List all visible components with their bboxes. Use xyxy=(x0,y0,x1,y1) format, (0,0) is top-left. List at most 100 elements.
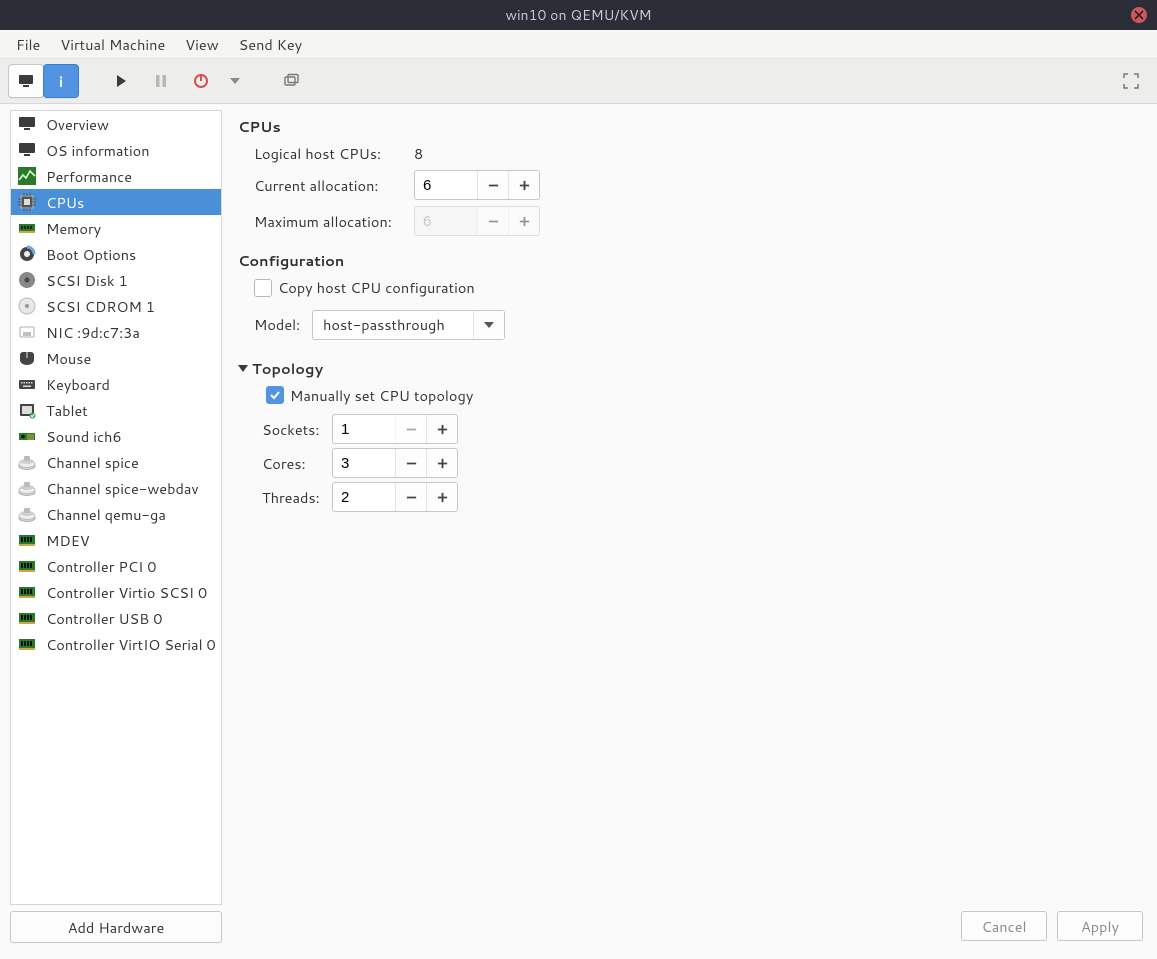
model-combo[interactable]: host-passthrough xyxy=(312,310,505,340)
threads-input[interactable] xyxy=(333,483,395,511)
current-alloc-incr[interactable] xyxy=(508,171,539,199)
menu-file[interactable]: File xyxy=(6,30,50,59)
sockets-incr[interactable] xyxy=(426,415,457,443)
max-alloc-decr xyxy=(477,207,508,235)
sockets-spin[interactable] xyxy=(332,414,458,444)
logical-host-value: 8 xyxy=(414,143,1139,164)
mouse-icon xyxy=(17,349,37,367)
shutdown-button[interactable] xyxy=(183,64,219,98)
menu-view[interactable]: View xyxy=(175,30,228,59)
cores-incr[interactable] xyxy=(426,449,457,477)
run-button[interactable] xyxy=(103,64,139,98)
sidebar-item-label: Performance xyxy=(46,166,132,187)
checkbox-box xyxy=(266,386,284,404)
cores-decr[interactable] xyxy=(395,449,426,477)
sidebar-item-label: Sound ich6 xyxy=(46,426,122,447)
sidebar-item-sound[interactable]: Sound ich6 xyxy=(11,423,221,449)
sidebar-item-boot[interactable]: Boot Options xyxy=(11,241,221,267)
sidebar-item-scsi-disk-1[interactable]: SCSI Disk 1 xyxy=(11,267,221,293)
manual-topology-checkbox[interactable]: Manually set CPU topology xyxy=(266,385,473,406)
sidebar-item-label: NIC :9d:c7:3a xyxy=(46,322,140,343)
sockets-decr[interactable] xyxy=(395,415,426,443)
performance-icon xyxy=(17,167,37,185)
window-title: win10 on QEMU/KVM xyxy=(505,5,651,25)
info-icon: i xyxy=(59,71,63,92)
sidebar-item-ch-webdav[interactable]: Channel spice-webdav xyxy=(11,475,221,501)
sidebar-item-ctrl-vserial[interactable]: Controller VirtIO Serial 0 xyxy=(11,631,221,657)
plus-icon xyxy=(436,457,449,470)
sidebar-item-osinfo[interactable]: OS information xyxy=(11,137,221,163)
sidebar-item-mdev[interactable]: MDEV xyxy=(11,527,221,553)
details-view-button[interactable]: i xyxy=(43,64,79,98)
copy-host-checkbox[interactable]: Copy host CPU configuration xyxy=(254,277,475,298)
sidebar-item-ch-spice[interactable]: Channel spice xyxy=(11,449,221,475)
fullscreen-button[interactable] xyxy=(1113,64,1149,98)
topology-expander[interactable]: Topology xyxy=(238,358,1139,379)
titlebar: win10 on QEMU/KVM xyxy=(0,0,1157,30)
max-alloc-input xyxy=(415,207,477,235)
sidebar-item-mouse[interactable]: Mouse xyxy=(11,345,221,371)
keyboard-icon xyxy=(17,375,37,393)
minus-icon xyxy=(405,457,418,470)
current-alloc-input[interactable] xyxy=(415,171,477,199)
model-row: Model: host-passthrough xyxy=(254,310,1139,340)
sidebar-item-ctrl-vscsi[interactable]: Controller Virtio SCSI 0 xyxy=(11,579,221,605)
sidebar-item-label: Keyboard xyxy=(46,374,110,395)
sidebar-item-cpus[interactable]: CPUs xyxy=(11,189,221,215)
apply-button[interactable]: Apply xyxy=(1057,911,1143,941)
sidebar-item-ctrl-pci[interactable]: Controller PCI 0 xyxy=(11,553,221,579)
max-alloc-label: Maximum allocation: xyxy=(254,211,404,232)
sidebar-item-ch-qemu-ga[interactable]: Channel qemu-ga xyxy=(11,501,221,527)
minus-icon xyxy=(487,179,500,192)
cpu-alloc-form: Logical host CPUs: 8 Current allocation:… xyxy=(254,143,1139,236)
threads-spin[interactable] xyxy=(332,482,458,512)
add-hardware-label: Add Hardware xyxy=(68,917,165,938)
sockets-input[interactable] xyxy=(333,415,395,443)
max-alloc-spin xyxy=(414,206,540,236)
pci-icon xyxy=(17,635,37,653)
sidebar-item-label: Controller PCI 0 xyxy=(46,556,156,577)
checkbox-box xyxy=(254,279,272,297)
model-dropdown-button[interactable] xyxy=(473,311,504,339)
sidebar-item-keyboard[interactable]: Keyboard xyxy=(11,371,221,397)
sidebar-item-performance[interactable]: Performance xyxy=(11,163,221,189)
console-view-button[interactable] xyxy=(8,64,44,98)
sidebar-item-memory[interactable]: Memory xyxy=(11,215,221,241)
add-hardware-button[interactable]: Add Hardware xyxy=(10,911,222,943)
caret-down-icon xyxy=(484,322,494,328)
cores-input[interactable] xyxy=(333,449,395,477)
minus-icon xyxy=(487,215,500,228)
current-alloc-decr[interactable] xyxy=(477,171,508,199)
pause-button[interactable] xyxy=(143,64,179,98)
cores-spin[interactable] xyxy=(332,448,458,478)
sidebar-item-scsi-cdrom-1[interactable]: SCSI CDROM 1 xyxy=(11,293,221,319)
sidebar-item-label: SCSI Disk 1 xyxy=(46,270,128,291)
sidebar-item-label: Tablet xyxy=(46,400,88,421)
sidebar-item-ctrl-usb[interactable]: Controller USB 0 xyxy=(11,605,221,631)
snapshots-button[interactable] xyxy=(273,64,309,98)
sidebar-item-tablet[interactable]: Tablet xyxy=(11,397,221,423)
current-alloc-spin[interactable] xyxy=(414,170,540,200)
fullscreen-icon xyxy=(1123,73,1139,89)
max-alloc-incr xyxy=(508,207,539,235)
sidebar-item-overview[interactable]: Overview xyxy=(11,111,221,137)
sidebar-item-label: Boot Options xyxy=(46,244,136,265)
window-close-button[interactable] xyxy=(1131,7,1147,23)
sidebar-item-label: Channel spice-webdav xyxy=(46,478,199,499)
hardware-sidebar[interactable]: OverviewOS information PerformanceCPUsMem… xyxy=(10,110,222,905)
cancel-button[interactable]: Cancel xyxy=(961,911,1047,941)
main-content: OverviewOS information PerformanceCPUsMem… xyxy=(0,104,1157,949)
threads-incr[interactable] xyxy=(426,483,457,511)
sidebar-item-nic[interactable]: NIC :9d:c7:3a xyxy=(11,319,221,345)
threads-decr[interactable] xyxy=(395,483,426,511)
plus-icon xyxy=(518,215,531,228)
topology-form: Sockets: Cores: xyxy=(262,414,1139,512)
plus-icon xyxy=(436,491,449,504)
model-value: host-passthrough xyxy=(313,311,473,339)
dialog-footer: Cancel Apply xyxy=(961,911,1143,941)
menu-virtual-machine[interactable]: Virtual Machine xyxy=(50,30,175,59)
caret-down-icon xyxy=(230,73,240,89)
shutdown-dropdown[interactable] xyxy=(223,64,247,98)
menu-send-key[interactable]: Send Key xyxy=(229,30,312,59)
sound-icon xyxy=(17,427,37,445)
